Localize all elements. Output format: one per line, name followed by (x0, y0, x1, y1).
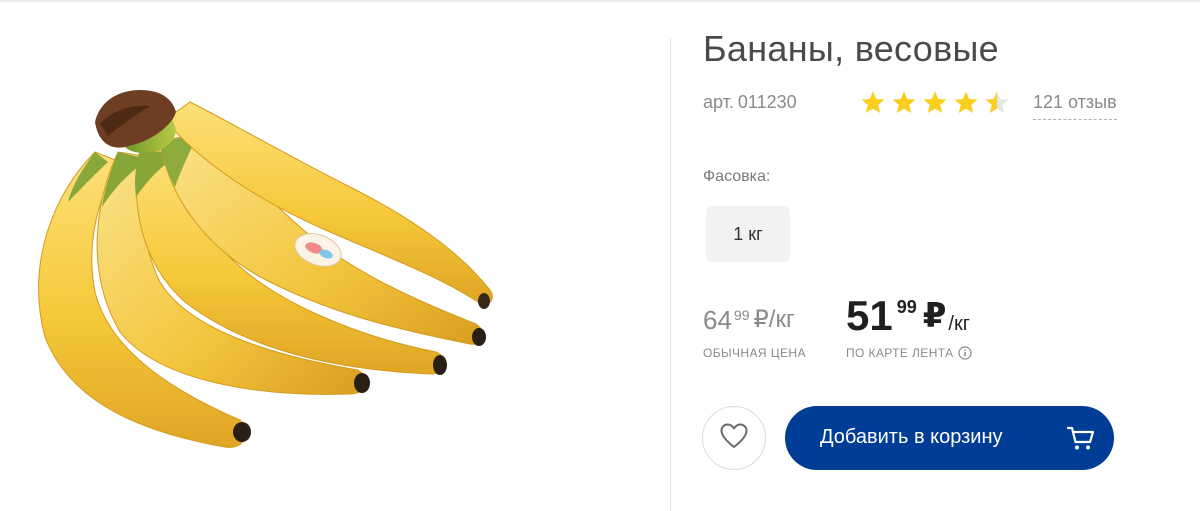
regular-price-label: ОБЫЧНАЯ ЦЕНА (703, 346, 806, 360)
favorite-button[interactable] (702, 406, 766, 470)
card-price-label: ПО КАРТЕ ЛЕНТА (846, 346, 954, 360)
sku-prefix: арт. (703, 92, 734, 112)
regular-price-fraction: 99 (733, 307, 750, 323)
regular-price-integer: 64 (703, 305, 732, 335)
info-icon[interactable] (957, 346, 972, 360)
add-to-cart-button[interactable]: Добавить в корзину (785, 406, 1114, 470)
star-icon (954, 91, 978, 113)
star-icon (892, 91, 916, 113)
packaging-label: Фасовка: (703, 168, 771, 185)
packaging-option-selected[interactable]: 1 кг (706, 206, 790, 262)
regular-price-unit: ₽/кг (753, 306, 795, 333)
banana-bunch-illustration (38, 90, 493, 448)
rating-stars (860, 90, 1010, 116)
card-price-label-row: ПО КАРТЕ ЛЕНТА (846, 346, 972, 360)
product-image (0, 2, 670, 511)
cart-icon (1066, 423, 1096, 453)
product-title: Бананы, весовые (703, 28, 999, 69)
card-price-currency: ₽ (922, 297, 947, 335)
star-icon (861, 91, 885, 113)
card-price: 51 99 ₽ /кг (846, 294, 970, 338)
card-price-fraction: 99 (896, 297, 917, 317)
product-sku: арт. 011230 (703, 92, 797, 113)
sku-number: 011230 (737, 92, 797, 112)
regular-price: 64 99 ₽/кг (703, 306, 795, 334)
add-to-cart-label: Добавить в корзину (820, 426, 1003, 448)
heart-icon (720, 423, 748, 454)
card-price-unit: /кг (948, 313, 971, 335)
star-icon (985, 91, 1009, 113)
star-icon (923, 91, 947, 113)
card-price-integer: 51 (846, 292, 893, 339)
reviews-link[interactable]: 121 отзыв (1033, 92, 1117, 120)
panel-divider (670, 38, 671, 511)
